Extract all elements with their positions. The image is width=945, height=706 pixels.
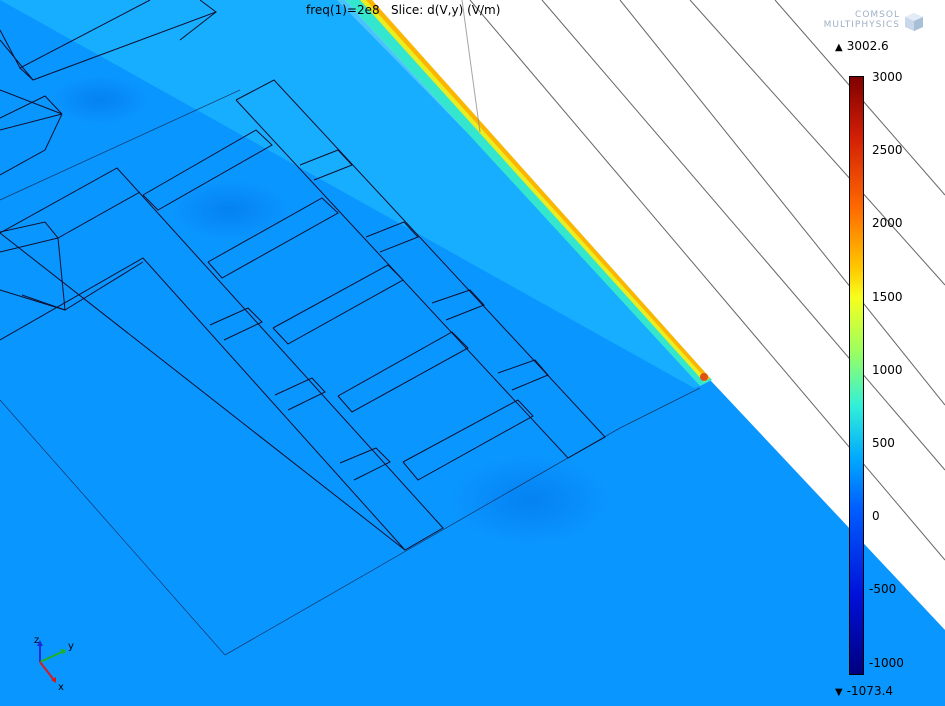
colorbar-max-label: ▲ 3002.6 xyxy=(835,39,889,53)
colorbar-tick-label: -1000 xyxy=(869,655,904,670)
axis-y-label: y xyxy=(68,641,74,652)
axis-z-label: z xyxy=(34,635,39,646)
field-shade xyxy=(50,75,150,125)
field-peak xyxy=(700,373,708,381)
field-shade xyxy=(450,455,610,545)
colorbar xyxy=(849,76,864,675)
min-triangle-icon: ▼ xyxy=(835,687,843,698)
max-triangle-icon: ▲ xyxy=(835,42,843,53)
colorbar-tick-label: 1500 xyxy=(872,289,903,304)
colorbar-tick-label: 2500 xyxy=(872,143,903,158)
plot-title: freq(1)=2e8 Slice: d(V,y) (V/m) xyxy=(306,3,501,17)
colorbar-tick-label: 2000 xyxy=(872,216,903,231)
logo-cube-icon xyxy=(905,13,923,31)
logo-text-line1: COMSOL xyxy=(855,10,900,20)
plot-canvas[interactable] xyxy=(0,0,945,706)
logo-text-line2: MULTIPHYSICS xyxy=(823,20,900,30)
colorbar-tick-label: 0 xyxy=(872,509,880,524)
colorbar-tick-label: 1000 xyxy=(872,362,903,377)
field-shade xyxy=(170,180,290,240)
colorbar-max-value: 3002.6 xyxy=(846,39,889,53)
colorbar-tick-label: 3000 xyxy=(872,70,903,84)
colorbar-tick-label: -500 xyxy=(869,582,897,597)
colorbar-min-label: ▼ -1073.4 xyxy=(835,684,893,698)
colorbar-tick-label: 500 xyxy=(872,436,895,450)
axis-x-label: x xyxy=(58,682,64,692)
comsol-logo: COMSOL MULTIPHYSICS xyxy=(816,10,928,34)
axis-triad: z y x xyxy=(34,635,74,692)
colorbar-min-value: -1073.4 xyxy=(846,684,894,698)
